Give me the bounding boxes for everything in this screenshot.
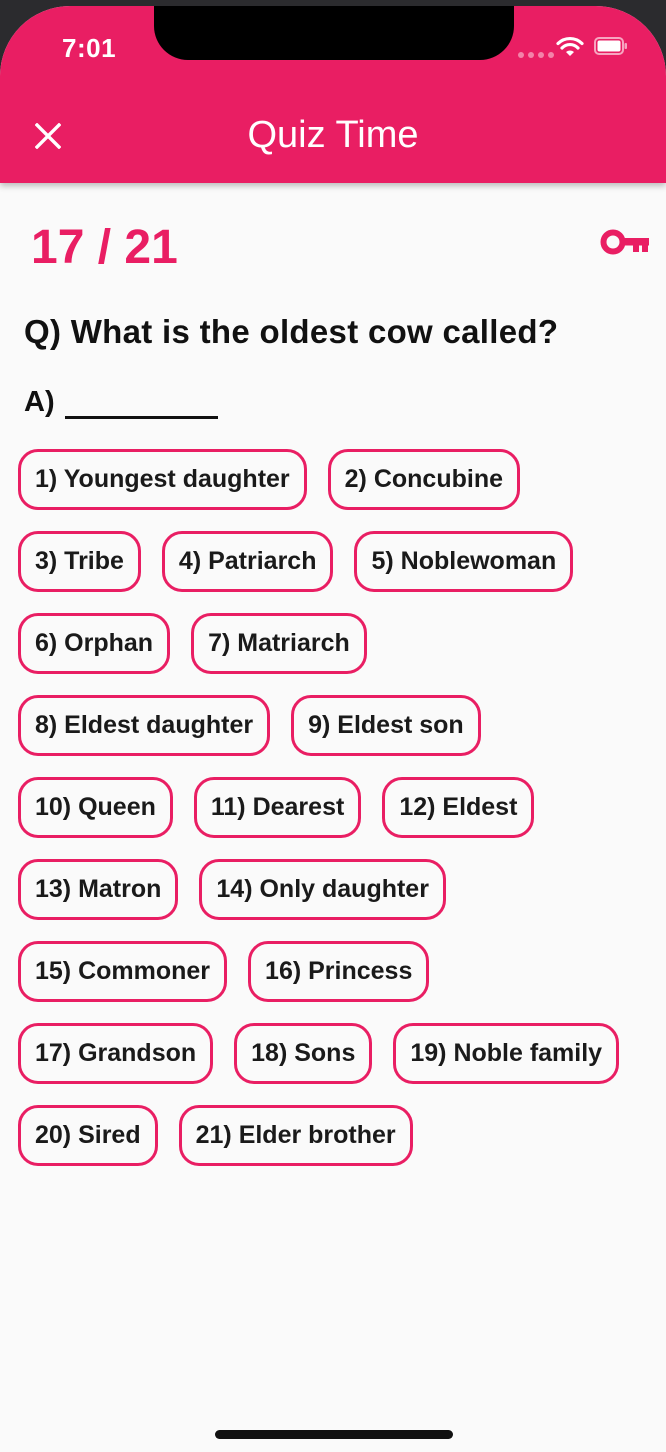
device-notch xyxy=(154,6,514,60)
question-text: Q) What is the oldest cow called? xyxy=(24,313,559,350)
option-chip[interactable]: 3) Tribe xyxy=(18,531,141,592)
options-row: 15) Commoner 16) Princess xyxy=(18,941,658,1003)
answer-blank xyxy=(64,388,218,419)
option-chip[interactable]: 14) Only daughter xyxy=(199,859,446,920)
option-chip[interactable]: 15) Commoner xyxy=(18,941,228,1002)
battery-icon xyxy=(594,37,627,55)
options-row: 17) Grandson 18) Sons 19) Noble family xyxy=(18,1023,658,1085)
options-list: 1) Youngest daughter 2) Concubine 3) Tri… xyxy=(18,449,658,1187)
option-chip[interactable]: 7) Matriarch xyxy=(191,613,367,674)
option-chip[interactable]: 19) Noble family xyxy=(393,1023,620,1084)
option-chip[interactable]: 12) Eldest xyxy=(382,777,535,838)
screen: 7:01 Quiz Time 17 / 21 Q) What is the ol… xyxy=(0,6,666,1452)
option-chip[interactable]: 9) Eldest son xyxy=(291,695,481,756)
options-row: 13) Matron 14) Only daughter xyxy=(18,859,658,921)
option-chip[interactable]: 16) Princess xyxy=(248,941,430,1002)
answer-row: A) xyxy=(24,386,218,419)
option-chip[interactable]: 13) Matron xyxy=(18,859,179,920)
answer-label: A) xyxy=(24,386,55,418)
cellular-signal-icon xyxy=(518,52,554,58)
page-title: Quiz Time xyxy=(247,114,419,156)
option-chip[interactable]: 8) Eldest daughter xyxy=(18,695,271,756)
options-row: 3) Tribe 4) Patriarch 5) Noblewoman xyxy=(18,531,658,593)
option-chip[interactable]: 6) Orphan xyxy=(18,613,171,674)
option-chip[interactable]: 11) Dearest xyxy=(193,777,362,838)
options-row: 6) Orphan 7) Matriarch xyxy=(18,613,658,675)
option-chip[interactable]: 1) Youngest daughter xyxy=(18,449,307,510)
question-counter: 17 / 21 xyxy=(31,221,178,274)
options-row: 10) Queen 11) Dearest 12) Eldest xyxy=(18,777,658,839)
status-time: 7:01 xyxy=(62,33,117,63)
option-chip[interactable]: 5) Noblewoman xyxy=(354,531,574,592)
option-chip[interactable]: 17) Grandson xyxy=(18,1023,214,1084)
option-chip[interactable]: 10) Queen xyxy=(18,777,173,838)
options-row: 1) Youngest daughter 2) Concubine xyxy=(18,449,658,511)
option-chip[interactable]: 18) Sons xyxy=(234,1023,373,1084)
hint-button[interactable] xyxy=(600,228,652,258)
option-chip[interactable]: 21) Elder brother xyxy=(178,1105,413,1166)
options-row: 8) Eldest daughter 9) Eldest son xyxy=(18,695,658,757)
key-icon xyxy=(600,229,649,255)
option-chip[interactable]: 20) Sired xyxy=(18,1105,158,1166)
option-chip[interactable]: 2) Concubine xyxy=(327,449,520,510)
option-chip[interactable]: 4) Patriarch xyxy=(161,531,334,592)
app-bar: 7:01 Quiz Time xyxy=(0,6,666,183)
options-row: 20) Sired 21) Elder brother xyxy=(18,1105,658,1167)
wifi-icon xyxy=(556,36,584,56)
home-indicator[interactable] xyxy=(215,1430,453,1439)
